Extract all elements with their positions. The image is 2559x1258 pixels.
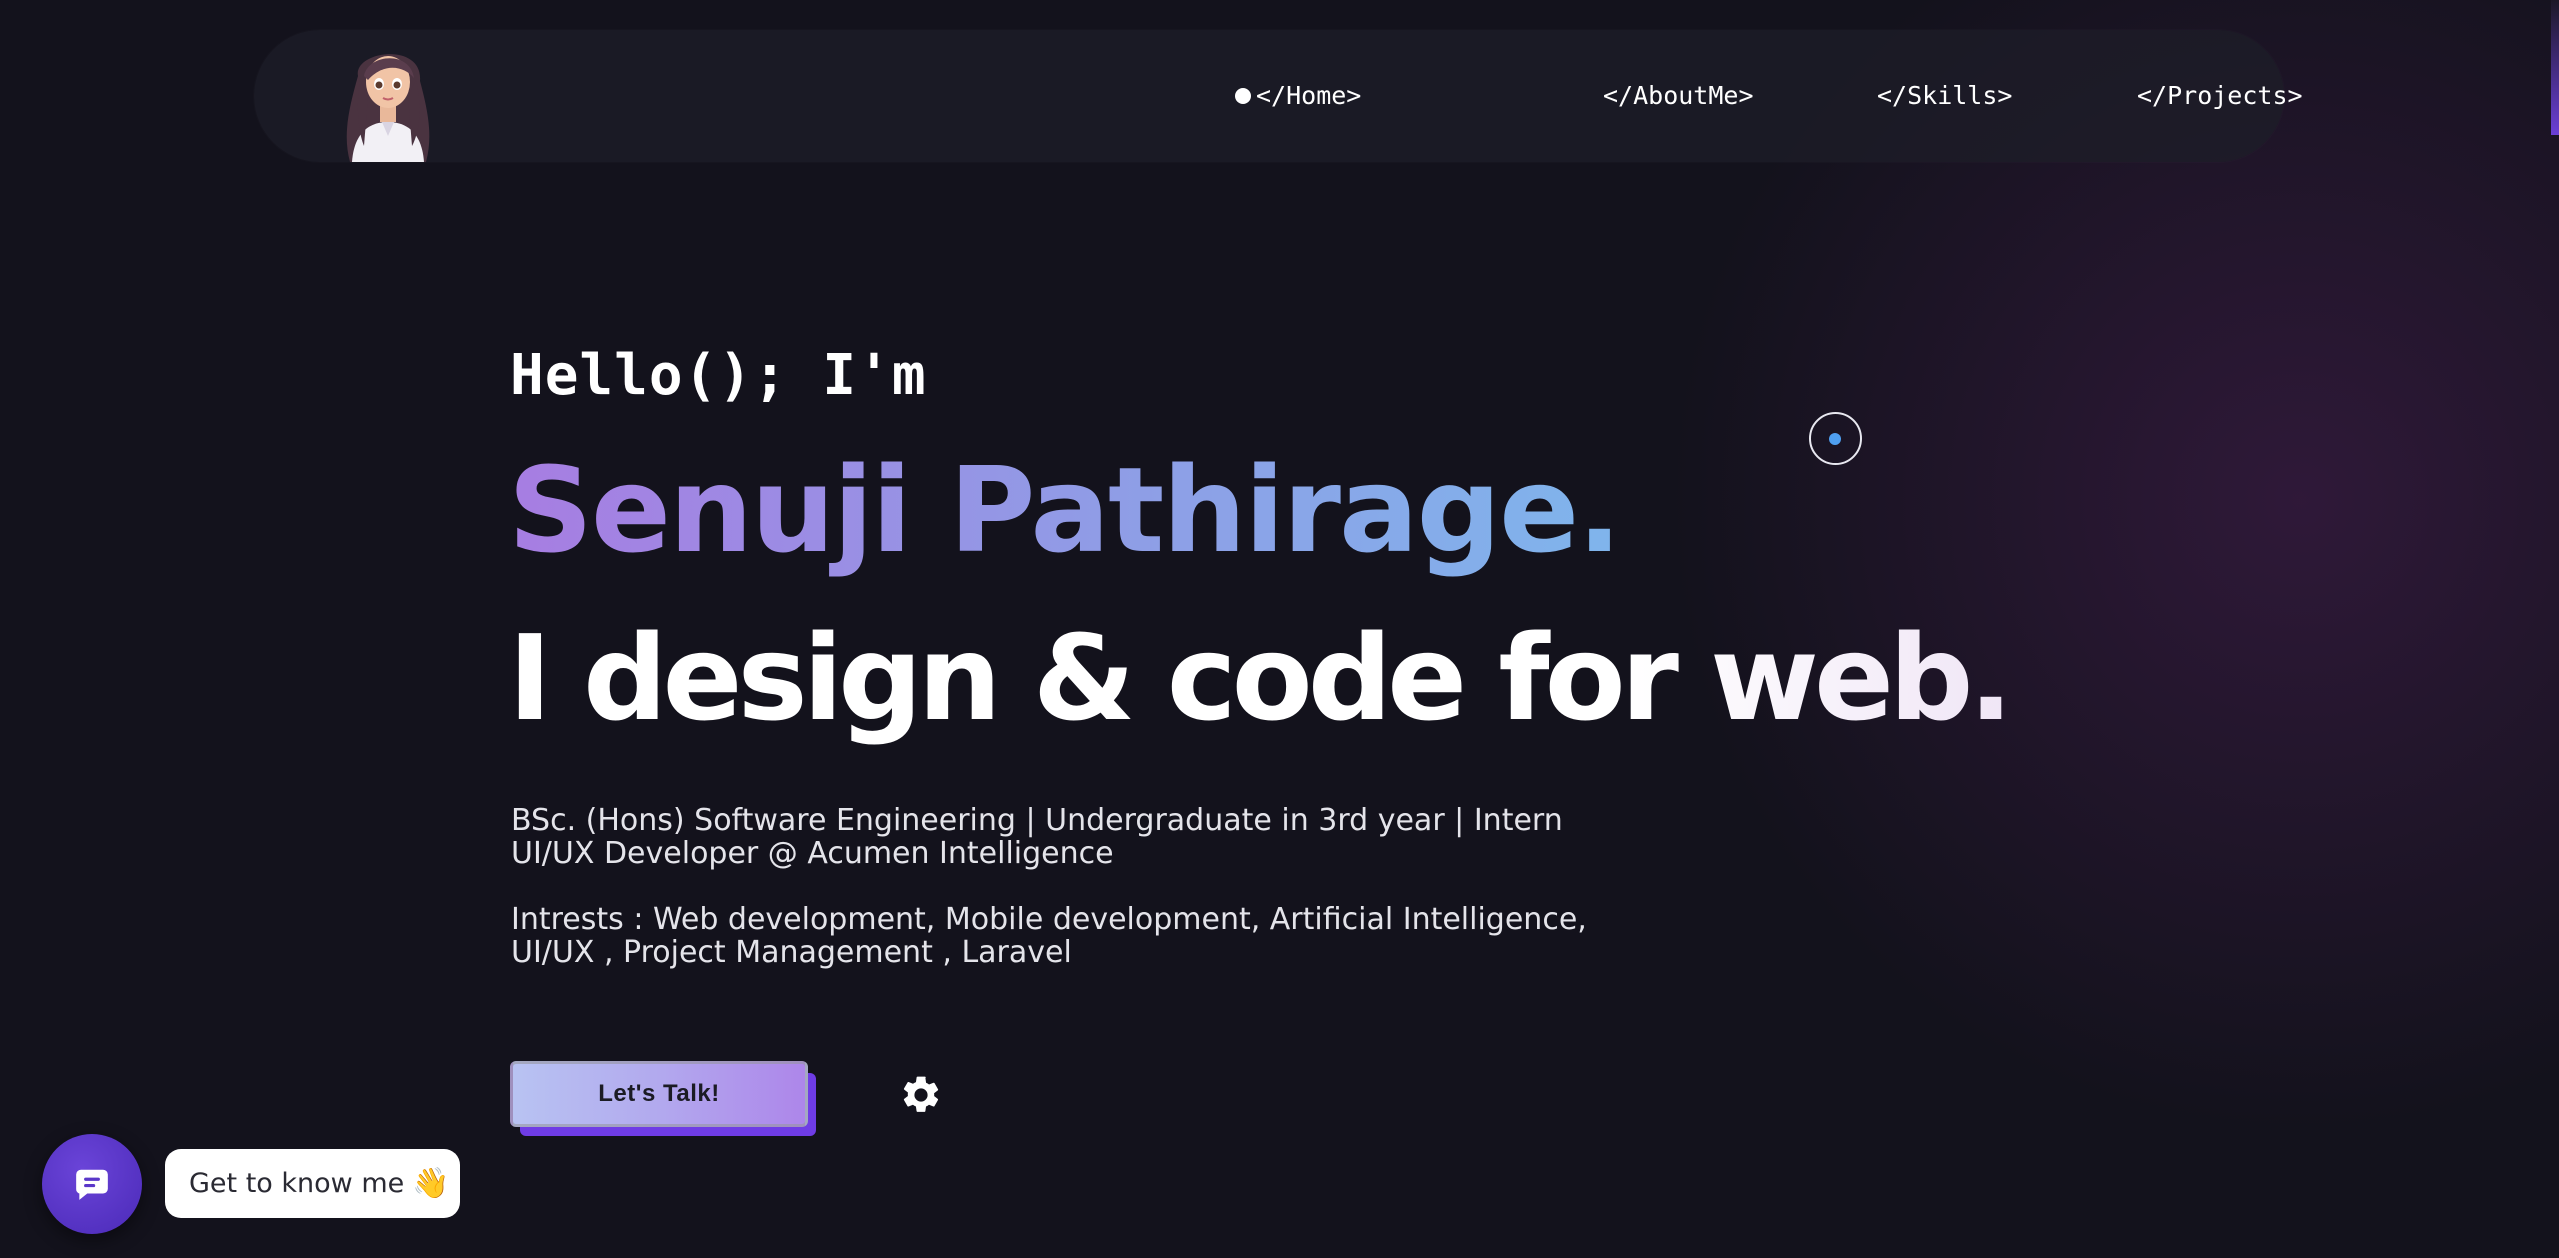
nav-link-skills[interactable]: </Skills> (1877, 80, 2012, 112)
nav-link-projects[interactable]: </Projects> (2137, 80, 2303, 112)
avatar-illustration (346, 54, 430, 162)
chat-launcher-button[interactable] (42, 1134, 142, 1234)
hero-description: BSc. (Hons) Software Engineering | Under… (511, 803, 1563, 871)
cursor-dot (1829, 433, 1841, 445)
active-nav-dot-icon (1235, 88, 1251, 104)
avatar-logo[interactable] (338, 36, 438, 162)
navbar: </Home> </AboutMe> </Skills> </Projects> (254, 30, 2303, 162)
hero-interests: Intrests : Web development, Mobile devel… (511, 902, 1587, 970)
chat-bubble-icon (76, 1169, 108, 1200)
wave-emoji-icon: 👋 (412, 1166, 450, 1201)
hero-greeting: Hello(); I'm (510, 343, 927, 408)
chat-prompt-bubble[interactable]: Get to know me 👋 (165, 1149, 460, 1218)
nav-link-home[interactable]: </Home> (1256, 80, 1361, 112)
gear-icon[interactable] (899, 1073, 943, 1117)
chat-prompt-text: Get to know me (189, 1168, 405, 1199)
nav-link-about-me[interactable]: </AboutMe> (1603, 80, 1754, 112)
lets-talk-button[interactable]: Let's Talk! (510, 1061, 808, 1127)
scroll-indicator[interactable] (2551, 0, 2559, 135)
hero-tagline: I design & code for web. (508, 609, 2013, 747)
hero-name: Senuji Pathirage. (508, 441, 1622, 579)
